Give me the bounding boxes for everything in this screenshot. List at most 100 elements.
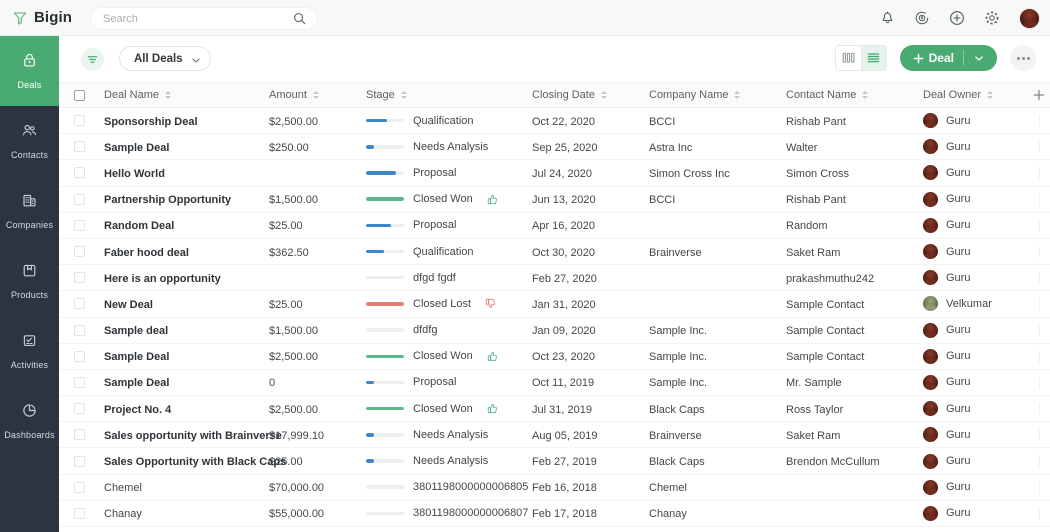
activity-tracker-icon[interactable] (914, 10, 930, 26)
row-checkbox[interactable] (74, 325, 85, 336)
column-header-closing-date[interactable]: Closing Date (532, 89, 649, 101)
deal-name-link[interactable]: Sample Deal (104, 142, 169, 154)
search-icon[interactable] (293, 12, 306, 25)
row-checkbox[interactable] (74, 272, 85, 283)
row-checkbox[interactable] (74, 429, 85, 440)
sort-icon[interactable] (601, 91, 607, 99)
settings-icon[interactable] (984, 10, 1000, 26)
table-row[interactable]: Chanay$55,000.003801198000000006807Feb 1… (59, 501, 1050, 527)
sort-icon[interactable] (165, 91, 171, 99)
sort-icon[interactable] (987, 91, 993, 99)
more-options-icon[interactable] (1010, 45, 1036, 71)
deal-name-link[interactable]: Sales opportunity with Brainverse (104, 430, 282, 442)
cell-contact-name: Mr. Sample (786, 373, 923, 391)
deal-name-link[interactable]: Random Deal (104, 220, 174, 232)
row-checkbox[interactable] (74, 141, 85, 152)
user-avatar[interactable] (1019, 8, 1040, 29)
row-checkbox[interactable] (74, 351, 85, 362)
row-checkbox[interactable] (74, 194, 85, 205)
deal-name-link[interactable]: Faber hood deal (104, 247, 189, 259)
row-divider-tick (1039, 272, 1040, 284)
row-checkbox[interactable] (74, 482, 85, 493)
row-checkbox[interactable] (74, 456, 85, 467)
table-row[interactable]: Sales opportunity with Brainverse$17,999… (59, 422, 1050, 448)
select-all-checkbox[interactable] (74, 90, 85, 101)
column-header-amount[interactable]: Amount (269, 89, 366, 101)
sort-icon[interactable] (401, 91, 407, 99)
table-row[interactable]: New Deal$25.00Closed LostJan 31, 2020Sam… (59, 291, 1050, 317)
cell-amount: $2,500.00 (269, 400, 366, 418)
view-filter-dropdown[interactable]: All Deals (119, 46, 211, 71)
search-bar[interactable] (90, 7, 318, 30)
sidebar-item-deals[interactable]: Deals (0, 36, 59, 106)
deal-name-link[interactable]: Here is an opportunity (104, 273, 221, 285)
row-checkbox[interactable] (74, 298, 85, 309)
table-row[interactable]: Sample Deal$250.00Needs AnalysisSep 25, … (59, 134, 1050, 160)
deal-name-link[interactable]: Hello World (104, 168, 165, 180)
cell-deal-owner: Guru (923, 139, 1027, 154)
cell-amount: $2,500.00 (269, 347, 366, 365)
sidebar-item-companies[interactable]: Companies (0, 176, 59, 246)
row-checkbox[interactable] (74, 220, 85, 231)
quick-add-icon[interactable] (949, 10, 965, 26)
table-row[interactable]: Random Deal$25.00ProposalApr 16, 2020Ran… (59, 213, 1050, 239)
table-row[interactable]: Sample Deal$2,500.00Closed WonOct 23, 20… (59, 344, 1050, 370)
sidebar-item-products[interactable]: Products (0, 246, 59, 316)
table-row[interactable]: Project No. 4$2,500.00Closed WonJul 31, … (59, 396, 1050, 422)
table-row[interactable]: Sample deal$1,500.00dfdfgJan 09, 2020Sam… (59, 318, 1050, 344)
row-checkbox[interactable] (74, 115, 85, 126)
stage-label: Closed Won (413, 193, 473, 205)
deal-name-link[interactable]: New Deal (104, 299, 153, 311)
sort-icon[interactable] (862, 91, 868, 99)
kanban-view-icon[interactable] (836, 46, 861, 70)
notifications-icon[interactable] (880, 11, 895, 26)
deal-name-link[interactable]: Sample Deal (104, 377, 169, 389)
deal-name-link[interactable]: Sponsorship Deal (104, 116, 198, 128)
add-deal-button[interactable]: Deal (900, 45, 997, 71)
deal-name-link[interactable]: Sample deal (104, 325, 168, 337)
cell-stage: Needs Analysis (366, 141, 532, 153)
contact-name-value: Sample Contact (786, 351, 864, 363)
column-header-contact-name[interactable]: Contact Name (786, 89, 923, 101)
deal-name-link[interactable]: Chanay (104, 508, 142, 520)
list-view-icon[interactable] (861, 46, 886, 70)
table-row[interactable]: Partnership Opportunity$1,500.00Closed W… (59, 187, 1050, 213)
table-row[interactable]: Sponsorship Deal$2,500.00QualificationOc… (59, 108, 1050, 134)
search-input[interactable] (91, 8, 293, 29)
column-label: Contact Name (786, 89, 856, 101)
thumbs-up-icon (487, 403, 498, 414)
column-header-deal-name[interactable]: Deal Name (85, 89, 269, 101)
table-row[interactable]: Sample Deal0ProposalOct 11, 2019Sample I… (59, 370, 1050, 396)
sort-icon[interactable] (313, 91, 319, 99)
sidebar-item-activities[interactable]: Activities (0, 316, 59, 386)
deal-name-link[interactable]: Chemel (104, 482, 142, 494)
chevron-down-icon[interactable] (964, 56, 994, 61)
sidebar-item-dashboards[interactable]: Dashboards (0, 386, 59, 456)
stage-label: Qualification (413, 115, 474, 127)
deal-name-link[interactable]: Partnership Opportunity (104, 194, 231, 206)
row-checkbox[interactable] (74, 508, 85, 519)
deal-name-link[interactable]: Project No. 4 (104, 404, 171, 416)
table-row[interactable]: Sales Opportunity with Black Caps$25.00N… (59, 448, 1050, 474)
cell-stage: 3801198000000006807 (366, 507, 532, 519)
table-row[interactable]: Faber hood deal$362.50QualificationOct 3… (59, 239, 1050, 265)
deal-name-link[interactable]: Sales Opportunity with Black Caps (104, 456, 286, 468)
sidebar-item-contacts[interactable]: Contacts (0, 106, 59, 176)
add-column-icon[interactable] (1027, 89, 1050, 101)
deal-name-link[interactable]: Sample Deal (104, 351, 169, 363)
row-checkbox[interactable] (74, 167, 85, 178)
column-header-company-name[interactable]: Company Name (649, 89, 786, 101)
table-row[interactable]: Hello WorldProposalJul 24, 2020Simon Cro… (59, 160, 1050, 186)
row-checkbox[interactable] (74, 246, 85, 257)
row-checkbox[interactable] (74, 403, 85, 414)
table-row[interactable]: Here is an opportunitydfgd fgdfFeb 27, 2… (59, 265, 1050, 291)
column-header-deal-owner[interactable]: Deal Owner (923, 89, 1027, 101)
row-checkbox[interactable] (74, 377, 85, 388)
column-header-stage[interactable]: Stage (366, 89, 532, 101)
filter-icon[interactable] (81, 48, 104, 71)
sort-icon[interactable] (734, 91, 740, 99)
table-row[interactable]: Chemel$70,000.003801198000000006805Feb 1… (59, 475, 1050, 501)
app-brand[interactable]: Bigin (0, 9, 78, 26)
row-divider-tick (1039, 325, 1040, 337)
cell-contact-name: Saket Ram (786, 426, 923, 444)
